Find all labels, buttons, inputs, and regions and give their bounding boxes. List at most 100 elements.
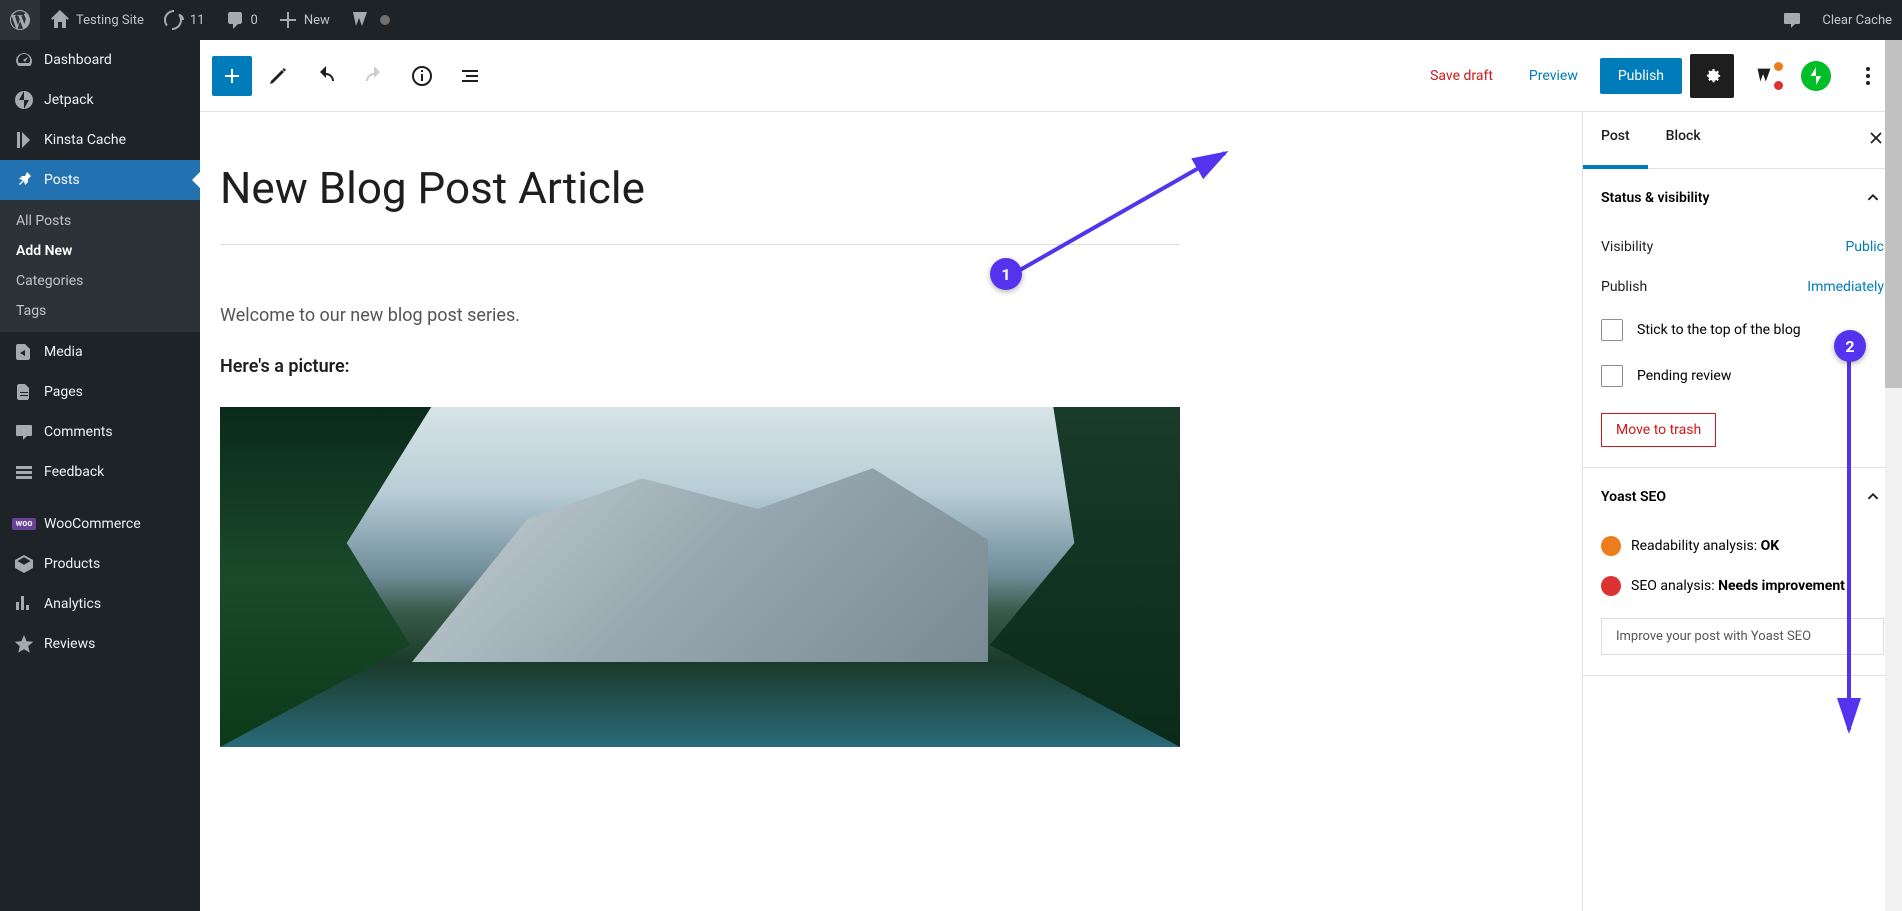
woo-icon: woo [14, 514, 34, 534]
new-label: New [304, 13, 330, 28]
submenu-tags[interactable]: Tags [0, 296, 200, 326]
update-icon [164, 10, 184, 30]
feedback-icon [14, 462, 34, 482]
adminbar-site-name: Testing Site [76, 13, 144, 28]
publish-value[interactable]: Immediately [1807, 279, 1884, 295]
media-icon [14, 342, 34, 362]
add-block-button[interactable] [212, 56, 252, 96]
yoast-adminbar[interactable] [340, 0, 400, 40]
post-title[interactable]: New Blog Post Article [220, 162, 1180, 245]
readability-text: Readability analysis: OK [1631, 538, 1779, 554]
visibility-value[interactable]: Public [1845, 239, 1884, 255]
sidebar-label: Posts [44, 172, 80, 188]
clear-cache-label: Clear Cache [1822, 13, 1892, 28]
tab-post[interactable]: Post [1583, 112, 1648, 169]
editor-canvas[interactable]: New Blog Post Article Welcome to our new… [200, 112, 1582, 911]
comment-icon [1782, 10, 1802, 30]
sidebar-item-feedback[interactable]: Feedback [0, 452, 200, 492]
sidebar-label: Pages [44, 384, 83, 400]
pin-icon [14, 170, 34, 190]
sidebar-label: Media [44, 344, 83, 360]
outline-button[interactable] [448, 54, 492, 98]
clear-cache-link[interactable]: Clear Cache [1812, 0, 1902, 40]
pending-label: Pending review [1637, 368, 1731, 384]
home-icon [50, 10, 70, 30]
settings-scrollbar[interactable] [1885, 112, 1902, 911]
edit-mode-button[interactable] [256, 54, 300, 98]
stick-checkbox[interactable] [1601, 319, 1623, 341]
sidebar-label: Dashboard [44, 52, 112, 68]
status-visibility-header[interactable]: Status & visibility [1583, 169, 1902, 227]
sidebar-item-comments[interactable]: Comments [0, 412, 200, 452]
submenu-all-posts[interactable]: All Posts [0, 206, 200, 236]
yoast-status-dot [380, 15, 390, 25]
sidebar-label: Analytics [44, 596, 101, 612]
pending-checkbox[interactable] [1601, 365, 1623, 387]
tab-block[interactable]: Block [1648, 112, 1719, 168]
yoast-section-header[interactable]: Yoast SEO [1583, 468, 1902, 526]
section-title: Status & visibility [1601, 190, 1709, 206]
plus-icon [278, 10, 298, 30]
preview-button[interactable]: Preview [1515, 60, 1592, 92]
kinsta-icon [14, 130, 34, 150]
improve-yoast-card[interactable]: Improve your post with Yoast SEO [1601, 618, 1884, 655]
wp-logo[interactable] [0, 0, 40, 40]
redo-button[interactable] [352, 54, 396, 98]
jetpack-icon [14, 90, 34, 110]
posts-submenu: All Posts Add New Categories Tags [0, 200, 200, 332]
yoast-icon [350, 10, 370, 30]
sidebar-label: Jetpack [44, 92, 94, 108]
paragraph-block[interactable]: Welcome to our new blog post series. [220, 305, 1180, 326]
visibility-label: Visibility [1601, 239, 1845, 255]
updates-link[interactable]: 11 [154, 0, 215, 40]
move-trash-button[interactable]: Move to trash [1601, 413, 1716, 447]
annotation-marker-2: 2 [1834, 330, 1866, 362]
sidebar-item-pages[interactable]: Pages [0, 372, 200, 412]
jetpack-button[interactable] [1794, 54, 1838, 98]
undo-button[interactable] [304, 54, 348, 98]
new-content-link[interactable]: New [268, 0, 340, 40]
admin-sidebar: Dashboard Jetpack Kinsta Cache Posts All… [0, 40, 200, 911]
star-icon [14, 634, 34, 654]
submenu-add-new[interactable]: Add New [0, 236, 200, 266]
seo-text: SEO analysis: Needs improvement [1631, 578, 1845, 594]
yoast-button[interactable] [1742, 54, 1786, 98]
chevron-up-icon [1862, 486, 1884, 508]
paragraph-block-bold[interactable]: Here's a picture: [220, 356, 1180, 377]
block-editor: Save draft Preview Publish [200, 40, 1902, 911]
settings-panel: Post Block Status & visibility Visibilit… [1582, 112, 1902, 911]
image-block[interactable] [220, 407, 1180, 747]
sidebar-item-posts[interactable]: Posts [0, 160, 200, 200]
more-options-button[interactable] [1846, 54, 1890, 98]
wordpress-icon [10, 10, 30, 30]
sidebar-label: Comments [44, 424, 113, 440]
sidebar-item-reviews[interactable]: Reviews [0, 624, 200, 664]
comment-bubble-icon [14, 422, 34, 442]
jetpack-icon [1801, 61, 1831, 91]
sidebar-item-media[interactable]: Media [0, 332, 200, 372]
updates-count: 11 [190, 13, 205, 28]
stick-label: Stick to the top of the blog [1637, 322, 1801, 338]
publish-button[interactable]: Publish [1600, 58, 1682, 94]
comments-link[interactable]: 0 [215, 0, 268, 40]
info-button[interactable] [400, 54, 444, 98]
annotation-marker-1: 1 [990, 258, 1022, 290]
sidebar-item-jetpack[interactable]: Jetpack [0, 80, 200, 120]
sidebar-label: Products [44, 556, 100, 572]
sidebar-item-kinsta[interactable]: Kinsta Cache [0, 120, 200, 160]
sidebar-item-products[interactable]: Products [0, 544, 200, 584]
sidebar-item-analytics[interactable]: Analytics [0, 584, 200, 624]
yoast-readability-dot [1774, 62, 1783, 71]
dashboard-icon [14, 50, 34, 70]
wp-admin-bar: Testing Site 11 0 New [0, 0, 1902, 40]
comments-notif[interactable] [1772, 0, 1812, 40]
sidebar-item-dashboard[interactable]: Dashboard [0, 40, 200, 80]
sidebar-item-woocommerce[interactable]: woo WooCommerce [0, 504, 200, 544]
settings-toggle-button[interactable] [1690, 54, 1734, 98]
sidebar-label: Feedback [44, 464, 104, 480]
pages-icon [14, 382, 34, 402]
site-name-link[interactable]: Testing Site [40, 0, 154, 40]
submenu-categories[interactable]: Categories [0, 266, 200, 296]
save-draft-button[interactable]: Save draft [1416, 60, 1507, 92]
seo-face-icon [1601, 576, 1621, 596]
